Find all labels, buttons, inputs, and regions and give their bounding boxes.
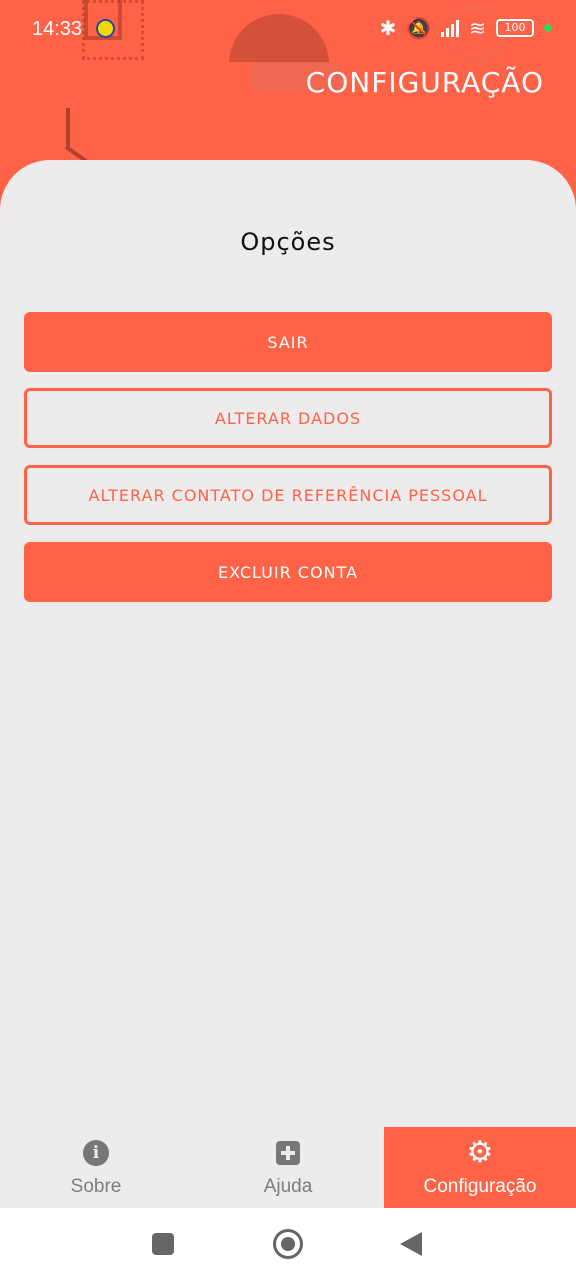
nav-label: Ajuda xyxy=(263,1175,313,1197)
nav-item-configuracao[interactable]: ⚙ Configuração xyxy=(384,1127,576,1208)
status-bar: 14:33 ✱ 🔕 ≋ 100 xyxy=(0,0,576,60)
bluetooth-icon: ✱ xyxy=(379,16,397,40)
battery-icon: 100 xyxy=(496,19,534,37)
nav-label: Sobre xyxy=(70,1175,122,1197)
options-title: Opções xyxy=(240,228,336,256)
nav-item-ajuda[interactable]: Ajuda xyxy=(192,1127,384,1208)
bottom-navigation: i Sobre Ajuda ⚙ Configuração xyxy=(0,1127,576,1208)
edit-reference-contact-button[interactable]: ALTERAR CONTATO DE REFERÊNCIA PESSOAL xyxy=(24,465,552,525)
signal-icon xyxy=(441,19,460,37)
logout-button[interactable]: SAIR xyxy=(24,312,552,372)
recent-apps-icon[interactable] xyxy=(152,1233,174,1255)
decorative-line xyxy=(66,108,70,148)
privacy-indicator-dot xyxy=(544,24,552,32)
delete-account-button[interactable]: EXCLUIR CONTA xyxy=(24,542,552,602)
mute-icon: 🔕 xyxy=(406,16,432,40)
page-title: CONFIGURAÇÃO xyxy=(305,66,544,99)
gear-icon: ⚙ xyxy=(466,1134,494,1170)
info-icon: i xyxy=(83,1139,109,1166)
status-icons: ✱ 🔕 ≋ 100 xyxy=(380,16,552,40)
status-time: 14:33 xyxy=(32,18,83,40)
back-icon[interactable] xyxy=(400,1232,422,1256)
options-card: Opções SAIR ALTERAR DADOS ALTERAR CONTAT… xyxy=(0,160,576,1130)
plus-box-icon xyxy=(276,1140,300,1165)
nav-label: Configuração xyxy=(423,1175,537,1197)
nav-item-sobre[interactable]: i Sobre xyxy=(0,1127,192,1208)
wifi-icon: ≋ xyxy=(469,16,486,40)
system-navigation-bar xyxy=(0,1208,576,1280)
edit-data-button[interactable]: ALTERAR DADOS xyxy=(24,388,552,448)
home-icon[interactable] xyxy=(273,1229,303,1259)
bank-app-notification-icon xyxy=(96,19,115,38)
